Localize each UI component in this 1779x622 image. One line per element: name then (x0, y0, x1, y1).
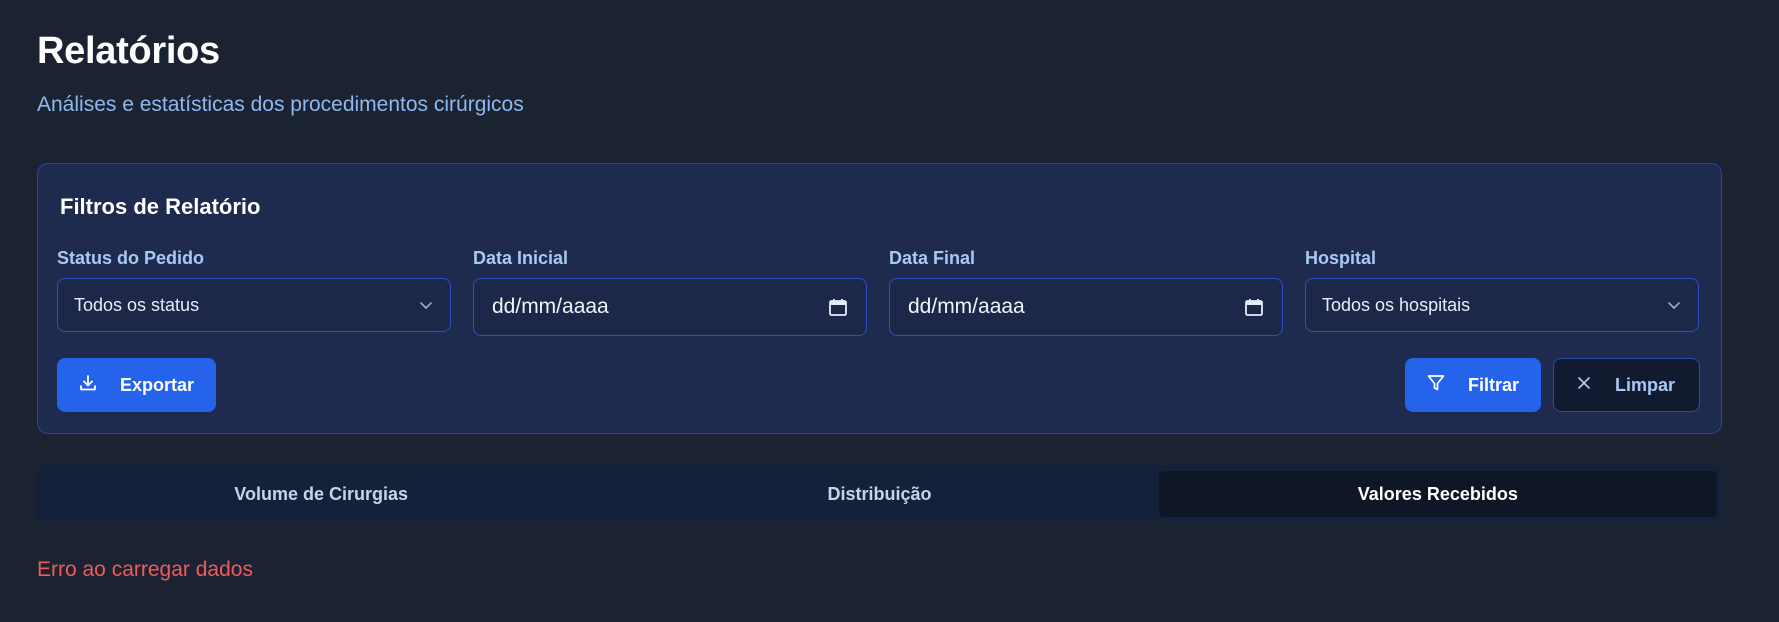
hospital-label: Hospital (1305, 248, 1377, 268)
start-date-label: Data Inicial (473, 248, 569, 268)
hospital-select[interactable]: Todos os hospitais (1305, 278, 1699, 332)
end-date-label: Data Final (889, 248, 976, 268)
chevron-down-icon (1666, 297, 1682, 313)
error-message: Erro ao carregar dados (37, 558, 253, 581)
filter-button-label: Filtrar (1468, 374, 1520, 395)
filter-icon (1426, 373, 1446, 398)
start-date-input[interactable]: dd/mm/aaaa (473, 278, 867, 336)
tab-surgery-volume[interactable]: Volume de Cirurgias (42, 471, 600, 517)
tab-received-values[interactable]: Valores Recebidos (1158, 471, 1717, 517)
page-subtitle: Análises e estatísticas dos procedimento… (37, 93, 524, 116)
filter-button[interactable]: Filtrar (1405, 358, 1541, 412)
tab-distribution[interactable]: Distribuição (600, 471, 1158, 517)
filters-title: Filtros de Relatório (60, 194, 261, 219)
end-date-field: Data Final dd/mm/aaaa (889, 248, 1283, 336)
export-button[interactable]: Exportar (57, 358, 216, 412)
start-date-field: Data Inicial dd/mm/aaaa (473, 248, 867, 336)
report-tabs: Volume de Cirurgias Distribuição Valores… (37, 466, 1722, 522)
status-field: Status do Pedido Todos os status (57, 248, 451, 332)
end-date-value: dd/mm/aaaa (908, 295, 1025, 318)
clear-button-label: Limpar (1615, 374, 1676, 395)
download-icon (78, 373, 98, 398)
status-label: Status do Pedido (57, 248, 205, 268)
hospital-field: Hospital Todos os hospitais (1305, 248, 1699, 332)
start-date-value: dd/mm/aaaa (492, 295, 609, 318)
calendar-icon[interactable] (828, 297, 848, 317)
page-title: Relatórios (37, 30, 220, 72)
clear-button[interactable]: Limpar (1553, 358, 1700, 412)
status-select-value: Todos os status (74, 294, 200, 315)
export-button-label: Exportar (120, 374, 195, 395)
chevron-down-icon (418, 297, 434, 313)
reports-page: Relatórios Análises e estatísticas dos p… (0, 0, 1779, 622)
calendar-icon[interactable] (1244, 297, 1264, 317)
end-date-input[interactable]: dd/mm/aaaa (889, 278, 1283, 336)
close-icon (1575, 374, 1593, 397)
hospital-select-value: Todos os hospitais (1322, 294, 1471, 315)
status-select[interactable]: Todos os status (57, 278, 451, 332)
report-filters-card: Filtros de Relatório Status do Pedido To… (37, 163, 1722, 434)
